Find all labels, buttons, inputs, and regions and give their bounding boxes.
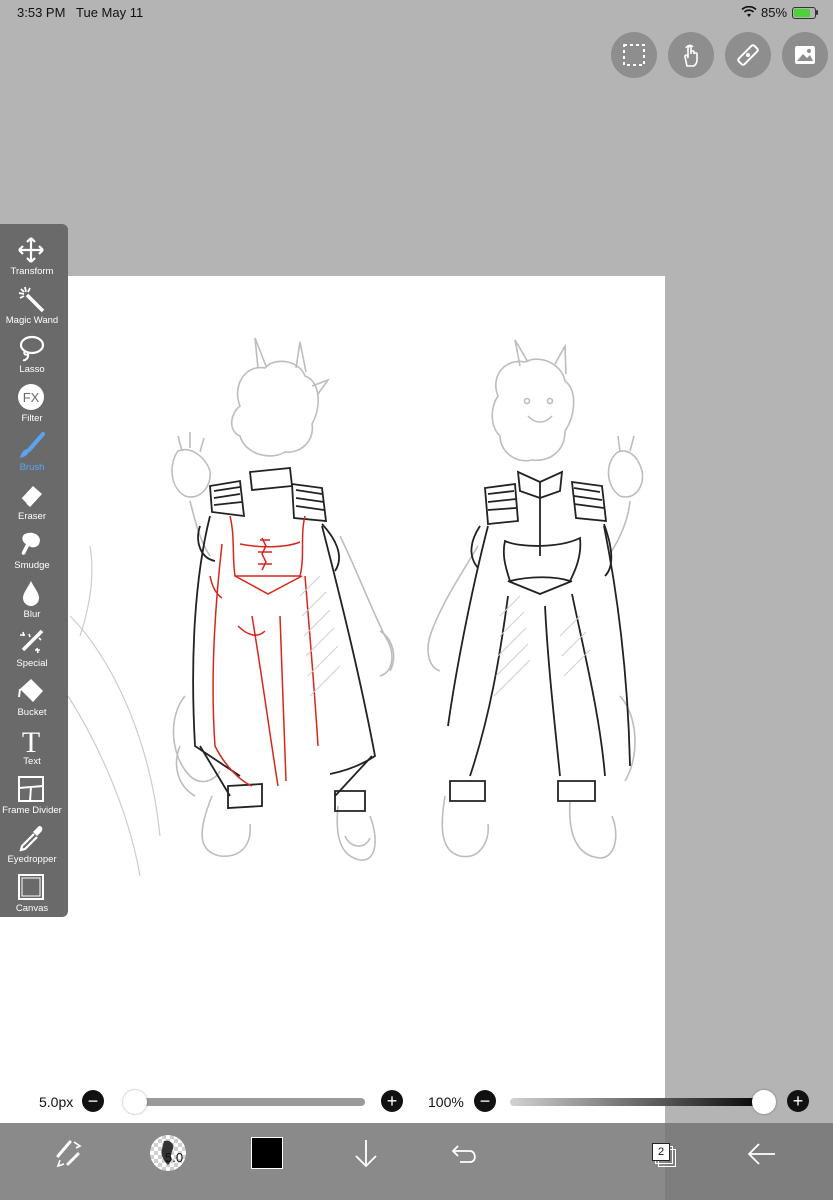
tool-canvas[interactable]: Canvas xyxy=(0,867,64,916)
battery-icon xyxy=(792,7,816,19)
tool-label: Smudge xyxy=(14,560,50,571)
selection-button[interactable] xyxy=(611,32,657,78)
tool-label: Canvas xyxy=(15,903,49,914)
brush-size-increase-button[interactable]: + xyxy=(381,1090,403,1112)
ruler-button[interactable] xyxy=(725,32,771,78)
tool-transform[interactable]: Transform xyxy=(0,230,64,279)
status-date: Tue May 11 xyxy=(76,5,144,20)
back-arrow-icon[interactable] xyxy=(745,1140,779,1168)
opacity-increase-button[interactable]: + xyxy=(787,1090,809,1112)
tool-label: Transform xyxy=(10,266,54,277)
tool-lasso[interactable]: Lasso xyxy=(0,328,64,377)
tool-eraser[interactable]: Eraser xyxy=(0,475,64,524)
minus-icon: − xyxy=(87,1091,99,1111)
tool-label: Frame Divider xyxy=(2,805,62,816)
tool-label: Eyedropper xyxy=(7,854,57,865)
fx-icon: FX xyxy=(18,384,44,410)
tool-label: Text xyxy=(23,756,41,767)
tool-eyedropper[interactable]: Eyedropper xyxy=(0,818,64,867)
touch-gesture-icon xyxy=(684,44,698,67)
tool-label: Filter xyxy=(21,413,43,424)
drawing-canvas[interactable] xyxy=(0,276,665,1123)
gallery-button[interactable] xyxy=(782,32,828,78)
plus-icon: + xyxy=(386,1091,398,1111)
tool-brush[interactable]: Brush xyxy=(0,426,64,475)
brush-icon xyxy=(20,432,45,458)
touch-gesture-button[interactable] xyxy=(668,32,714,78)
tool-special[interactable]: Special xyxy=(0,622,64,671)
image-icon xyxy=(795,46,815,64)
tool-label: Magic Wand xyxy=(5,315,59,326)
tool-filter[interactable]: FX Filter xyxy=(0,377,64,426)
text-icon: T xyxy=(22,726,40,754)
tool-label: Blur xyxy=(23,609,41,620)
opacity-value: 100% xyxy=(428,1094,464,1110)
tool-label: Lasso xyxy=(19,364,45,375)
brush-size-value: 5.0px xyxy=(39,1094,74,1110)
status-bar: 3:53 PM Tue May 11 85% xyxy=(0,0,833,26)
lasso-icon xyxy=(19,335,45,362)
character-sketch xyxy=(67,337,644,877)
brush-size-decrease-button[interactable]: − xyxy=(82,1090,104,1112)
smudge-icon xyxy=(21,532,40,555)
brush-size-slider[interactable] xyxy=(128,1098,365,1106)
eraser-icon xyxy=(20,486,42,507)
tool-label: Brush xyxy=(19,462,45,473)
wifi-icon xyxy=(741,5,757,23)
battery-percent: 85% xyxy=(761,5,788,20)
tool-label: Special xyxy=(16,658,48,669)
color-swatch[interactable] xyxy=(251,1137,283,1169)
opacity-slider[interactable] xyxy=(510,1098,768,1106)
opacity-decrease-button[interactable]: − xyxy=(474,1090,496,1112)
plus-icon: + xyxy=(792,1091,804,1111)
tool-bucket[interactable]: Bucket xyxy=(0,671,64,720)
tool-label: Eraser xyxy=(18,511,46,522)
undo-icon[interactable] xyxy=(450,1140,480,1168)
bucket-icon xyxy=(18,679,43,702)
status-time: 3:53 PM xyxy=(17,5,66,20)
svg-text:FX: FX xyxy=(23,390,40,405)
blur-drop-icon xyxy=(23,581,39,606)
layer-count: 2 xyxy=(652,1143,670,1161)
tool-palette: Transform Magic Wand Lasso FX Filter Bru… xyxy=(0,224,68,917)
minus-icon: − xyxy=(479,1091,491,1111)
tool-magic-wand[interactable]: Magic Wand xyxy=(0,279,64,328)
magic-wand-icon xyxy=(18,286,45,313)
brush-size-knob[interactable] xyxy=(123,1090,147,1114)
download-arrow-icon[interactable] xyxy=(352,1138,380,1170)
tool-smudge[interactable]: Smudge xyxy=(0,524,64,573)
frame-divider-icon xyxy=(18,776,44,802)
canvas-icon xyxy=(18,874,44,900)
opacity-knob[interactable] xyxy=(752,1090,776,1114)
swap-tool-icon[interactable] xyxy=(52,1136,86,1170)
selection-icon xyxy=(623,44,645,66)
transform-arrows-icon xyxy=(18,237,44,263)
tool-text[interactable]: T Text xyxy=(0,720,64,769)
brush-size-badge: 5.0 xyxy=(165,1150,184,1165)
eyedropper-icon xyxy=(19,826,43,852)
svg-text:T: T xyxy=(22,726,40,754)
bottom-toolbar xyxy=(0,1123,833,1200)
ruler-icon xyxy=(737,44,759,66)
tool-blur[interactable]: Blur xyxy=(0,573,64,622)
special-brush-icon xyxy=(20,629,44,654)
tool-frame-divider[interactable]: Frame Divider xyxy=(0,769,64,818)
tool-label: Bucket xyxy=(17,707,47,718)
